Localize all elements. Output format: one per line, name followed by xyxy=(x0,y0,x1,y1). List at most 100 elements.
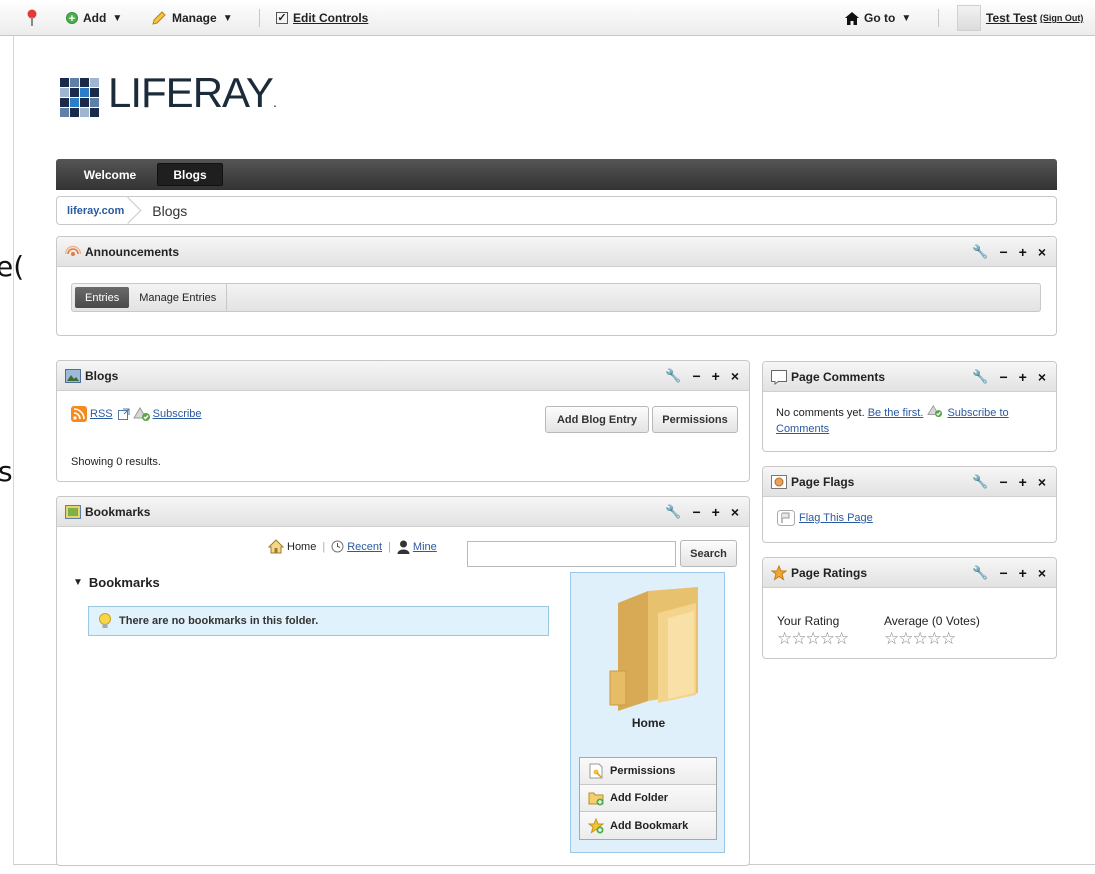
portlet-title: Bookmarks xyxy=(85,504,151,519)
comments-body: No comments yet. Be the first. Subscribe… xyxy=(776,404,1048,437)
minimize-icon[interactable]: − xyxy=(999,244,1007,260)
tab-entries[interactable]: Entries xyxy=(75,287,130,308)
bookmarks-section-title: Bookmarks xyxy=(88,575,160,590)
portlet-title: Page Comments xyxy=(791,369,886,384)
rss-icon xyxy=(71,406,87,422)
bookmarks-section-header[interactable]: ▼ Bookmarks xyxy=(73,575,160,590)
chevron-down-icon: ▼ xyxy=(901,12,912,24)
action-label: Permissions xyxy=(610,765,676,777)
wrench-icon[interactable]: 🔧 xyxy=(972,474,988,490)
collapse-triangle-icon[interactable]: ▼ xyxy=(73,577,83,588)
rating-star-icon xyxy=(771,564,787,581)
close-icon[interactable]: × xyxy=(731,368,739,384)
checkbox-icon[interactable]: ✓ xyxy=(276,12,288,24)
search-button[interactable]: Search xyxy=(680,540,737,567)
your-rating-label: Your Rating xyxy=(777,614,840,628)
minimize-icon[interactable]: − xyxy=(692,504,700,520)
close-icon[interactable]: × xyxy=(1038,474,1046,490)
portlet-controls: 🔧 − + × xyxy=(665,361,739,391)
announcements-portlet: Announcements 🔧 − + × Entries Manage Ent… xyxy=(56,236,1057,336)
avatar[interactable] xyxy=(957,5,981,31)
background-text-fragment: e( xyxy=(0,250,25,283)
home-icon xyxy=(268,539,284,554)
clock-icon xyxy=(331,540,344,553)
breadcrumb-current-page[interactable]: Blogs xyxy=(152,203,187,219)
edit-controls-label: Edit Controls xyxy=(293,11,369,25)
close-icon[interactable]: × xyxy=(1038,244,1046,260)
portlet-title: Announcements xyxy=(85,244,180,259)
minimize-icon[interactable]: − xyxy=(692,368,700,384)
user-name[interactable]: Test Test xyxy=(986,11,1037,25)
your-rating-stars[interactable]: ☆☆☆☆☆ xyxy=(777,630,849,647)
add-blog-entry-button[interactable]: Add Blog Entry xyxy=(545,406,649,433)
maximize-icon[interactable]: + xyxy=(712,504,720,520)
tab-manage-entries[interactable]: Manage Entries xyxy=(129,284,228,311)
maximize-icon[interactable]: + xyxy=(1019,565,1027,581)
add-folder-icon xyxy=(588,792,604,806)
portlet-controls: 🔧 − + × xyxy=(972,467,1046,497)
sign-out-link[interactable]: (Sign Out) xyxy=(1040,13,1084,23)
folder-icon[interactable] xyxy=(608,583,704,713)
flag-icon xyxy=(771,474,787,489)
edit-controls-toggle[interactable]: ✓ Edit Controls xyxy=(276,0,368,36)
manage-menu[interactable]: Manage ▼ xyxy=(151,0,233,36)
bookmarks-nav: Home | Recent | Mine xyxy=(268,539,437,554)
rss-link[interactable]: RSS xyxy=(90,408,113,420)
nav-tab-welcome[interactable]: Welcome xyxy=(70,163,150,186)
nav-home-link[interactable]: Home xyxy=(287,541,316,553)
user-menu[interactable]: Test Test (Sign Out) xyxy=(986,0,1083,36)
add-menu[interactable]: + Add ▼ xyxy=(66,0,122,36)
external-link-icon[interactable] xyxy=(117,408,130,420)
blogs-portlet: Blogs 🔧 − + × RSS Subscribe Add Blog Ent… xyxy=(56,360,750,482)
close-icon[interactable]: × xyxy=(731,504,739,520)
wrench-icon[interactable]: 🔧 xyxy=(972,244,988,260)
user-icon xyxy=(397,540,410,554)
maximize-icon[interactable]: + xyxy=(1019,474,1027,490)
minimize-icon[interactable]: − xyxy=(999,565,1007,581)
lightbulb-icon xyxy=(99,613,111,628)
folder-name[interactable]: Home xyxy=(571,716,726,730)
minimize-icon[interactable]: − xyxy=(999,474,1007,490)
add-bookmark-icon xyxy=(588,817,604,834)
action-label: Add Folder xyxy=(610,792,669,804)
bookmarks-icon xyxy=(65,504,81,519)
nav-recent-link[interactable]: Recent xyxy=(347,541,382,553)
divider: | xyxy=(322,540,326,553)
close-icon[interactable]: × xyxy=(1038,565,1046,581)
wrench-icon[interactable]: 🔧 xyxy=(665,368,681,384)
portlet-header: Bookmarks 🔧 − + × xyxy=(57,497,749,527)
permissions-button[interactable]: Permissions xyxy=(652,406,738,433)
pin-icon[interactable] xyxy=(26,9,38,27)
chevron-down-icon: ▼ xyxy=(222,12,233,24)
divider xyxy=(938,9,939,27)
portlet-header: Announcements 🔧 − + × xyxy=(57,237,1056,267)
average-rating-stars: ☆☆☆☆☆ xyxy=(884,629,956,648)
nav-tab-blogs[interactable]: Blogs xyxy=(157,163,223,186)
site-logo[interactable]: LIFERAY. xyxy=(60,70,277,125)
subscribe-icon xyxy=(927,404,943,418)
search-input[interactable] xyxy=(467,541,676,567)
be-first-link[interactable]: Be the first. xyxy=(868,407,924,419)
subscribe-icon xyxy=(132,407,150,421)
comments-icon xyxy=(771,369,787,385)
close-icon[interactable]: × xyxy=(1038,369,1046,385)
minimize-icon[interactable]: − xyxy=(999,369,1007,385)
nav-mine-link[interactable]: Mine xyxy=(413,541,437,553)
average-rating-label: Average (0 Votes) xyxy=(884,614,980,628)
maximize-icon[interactable]: + xyxy=(1019,244,1027,260)
add-bookmark-action[interactable]: Add Bookmark xyxy=(580,812,716,839)
maximize-icon[interactable]: + xyxy=(1019,369,1027,385)
maximize-icon[interactable]: + xyxy=(712,368,720,384)
folder-actions: Permissions Add Folder Add Bookmark xyxy=(579,757,717,840)
wrench-icon[interactable]: 🔧 xyxy=(972,565,988,581)
permissions-action[interactable]: Permissions xyxy=(580,758,716,785)
goto-menu[interactable]: Go to ▼ xyxy=(845,0,911,36)
page-ratings-portlet: Page Ratings 🔧 − + × Your Rating ☆☆☆☆☆ A… xyxy=(762,557,1057,659)
blogs-feed-links: RSS Subscribe xyxy=(71,406,202,422)
results-count: Showing 0 results. xyxy=(71,456,161,468)
add-folder-action[interactable]: Add Folder xyxy=(580,785,716,812)
subscribe-link[interactable]: Subscribe xyxy=(153,408,202,420)
flag-this-page-link[interactable]: Flag This Page xyxy=(799,512,873,524)
wrench-icon[interactable]: 🔧 xyxy=(972,369,988,385)
wrench-icon[interactable]: 🔧 xyxy=(665,504,681,520)
